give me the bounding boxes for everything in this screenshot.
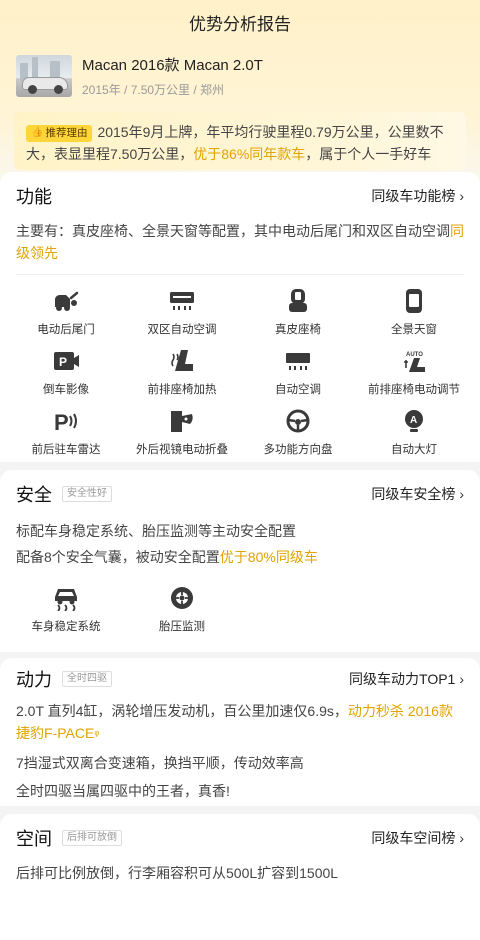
reason-tail: ，属于个人一手好车 [305, 146, 432, 162]
page-title: 优势分析报告 [189, 14, 291, 34]
safety-line2: 配备8个安全气囊，被动安全配置优于80%同级车 [16, 549, 318, 565]
svg-text:P: P [59, 355, 67, 369]
svg-text:AUTO: AUTO [406, 352, 423, 358]
function-rank-link[interactable]: 同级车功能榜 › [371, 186, 464, 206]
search-icon[interactable]: ᵠ [94, 729, 99, 741]
power-line3: 全时四驱当属四驱中的王者，真香! [16, 783, 230, 799]
feature-stability-control[interactable]: 车身稳定系统 [8, 584, 124, 644]
feature-auto-ac[interactable]: 自动空调 [240, 347, 356, 407]
car-name: Macan 2016款 Macan 2.0T [82, 57, 263, 74]
car-meta: 2015年 / 7.50万公里 / 郑州 [82, 83, 225, 97]
dual-zone-ac-icon [167, 287, 197, 315]
feature-parking-radar[interactable]: P 前后驻车雷达 [8, 407, 124, 467]
safety-card: 安全 安全性好 同级车安全榜 › 标配车身稳定系统、胎压监测等主动安全配置 配备8个… [0, 470, 480, 652]
seat-heating-icon [167, 347, 197, 375]
function-title: 功能 [16, 187, 52, 207]
function-desc: 主要有：真皮座椅、全景天窗等配置，其中电动后尾门和双区自动空调同级领先 [16, 223, 464, 261]
power-title: 动力 [16, 670, 52, 690]
safety-feature-grid: 车身稳定系统 胎压监测 [0, 570, 480, 644]
parking-radar-icon: P [51, 407, 81, 435]
power-line2: 7挡湿式双离合变速箱，换挡平顺，传动效率高 [16, 755, 304, 771]
safety-title: 安全 [16, 485, 52, 505]
feature-mirror-fold[interactable]: 外后视镜电动折叠 [124, 407, 240, 467]
car-summary[interactable]: Macan 2016款 Macan 2.0T 2015年 / 7.50万公里 /… [0, 44, 480, 102]
chevron-right-icon: › [459, 486, 464, 502]
chevron-right-icon: › [459, 671, 464, 687]
power-tailgate-icon [51, 287, 81, 315]
reverse-camera-icon: P [51, 347, 81, 375]
section-gap [0, 806, 480, 814]
mirror-fold-icon [167, 407, 197, 435]
chevron-right-icon: › [459, 830, 464, 846]
recommend-tag: 👍 推荐理由 [26, 124, 93, 142]
car-thumbnail [16, 55, 72, 97]
report-page: 优势分析报告 Macan 2016款 Macan 2.0T 2015年 / 7.… [0, 0, 480, 940]
feature-sunroof[interactable]: 全景天窗 [356, 287, 472, 347]
thumbs-up-icon: 👍 [31, 127, 44, 138]
feature-power-seat-adjust[interactable]: AUTO 前排座椅电动调节 [356, 347, 472, 407]
top-bar: 优势分析报告 [0, 0, 480, 44]
space-line1: 后排可比例放倒，行李厢容积可从500L扩容到1500L [16, 865, 339, 881]
safety-badge: 安全性好 [62, 486, 112, 502]
power-rank-link[interactable]: 同级车动力TOP1 › [349, 669, 464, 689]
panoramic-sunroof-icon [399, 287, 429, 315]
svg-text:P: P [54, 410, 69, 433]
function-card: 功能 同级车功能榜 › 主要有：真皮座椅、全景天窗等配置，其中电动后尾门和双区自动… [0, 172, 480, 462]
feature-grid: 电动后尾门 双区自动空调 真皮座椅 全景天窗 P 倒车影像 前排座椅加热 自动空… [0, 275, 480, 467]
power-line1: 2.0T 直列4缸，涡轮增压发动机，百公里加速仅6.9s，动力秒杀 2016款捷… [16, 703, 453, 741]
safety-line1: 标配车身稳定系统、胎压监测等主动安全配置 [16, 523, 296, 539]
space-badge: 后排可放倒 [62, 830, 122, 846]
feature-tire-pressure[interactable]: 胎压监测 [124, 584, 240, 644]
feature-reverse-camera[interactable]: P 倒车影像 [8, 347, 124, 407]
feature-leather-seat[interactable]: 真皮座椅 [240, 287, 356, 347]
stability-control-icon [51, 584, 81, 612]
space-card: 空间 后排可放倒 同级车空间榜 › 后排可比例放倒，行李厢容积可从500L扩容到15… [0, 814, 480, 940]
power-card: 动力 全时四驱 同级车动力TOP1 › 2.0T 直列4缸，涡轮增压发动机，百公里加… [0, 658, 480, 806]
power-badge: 全时四驱 [62, 671, 112, 687]
feature-power-tailgate[interactable]: 电动后尾门 [8, 287, 124, 347]
feature-dual-zone-ac[interactable]: 双区自动空调 [124, 287, 240, 347]
svg-text:A: A [410, 415, 417, 426]
space-title: 空间 [16, 829, 52, 849]
power-seat-adjust-icon: AUTO [399, 347, 429, 375]
recommend-reason: 👍 推荐理由 2015年9月上牌，年平均行驶里程0.79万公里，公里数不大，表显里程… [14, 112, 466, 170]
leather-seat-icon [283, 287, 313, 315]
space-rank-link[interactable]: 同级车空间榜 › [371, 828, 464, 848]
feature-auto-headlight[interactable]: A 自动大灯 [356, 407, 472, 467]
feature-steering-wheel[interactable]: 多功能方向盘 [240, 407, 356, 467]
auto-ac-icon [283, 347, 313, 375]
reason-highlight: 优于86%同年款车 [193, 146, 306, 162]
feature-seat-heating[interactable]: 前排座椅加热 [124, 347, 240, 407]
section-gap [0, 462, 480, 470]
tire-pressure-icon [167, 584, 197, 612]
auto-headlight-icon: A [399, 407, 429, 435]
steering-wheel-icon [283, 407, 313, 435]
chevron-right-icon: › [459, 188, 464, 204]
safety-rank-link[interactable]: 同级车安全榜 › [371, 484, 464, 504]
